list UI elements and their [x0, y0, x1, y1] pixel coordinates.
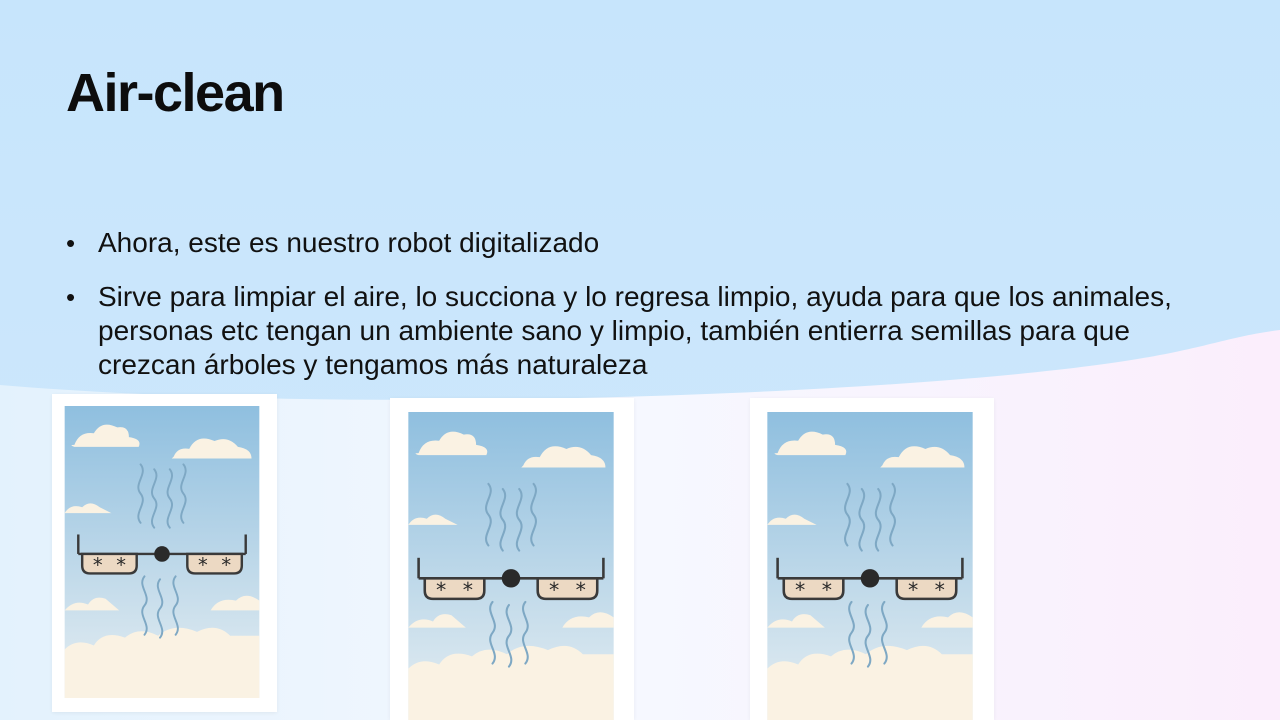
svg-text:*: * [908, 578, 918, 602]
image-card-2: * * * * [390, 398, 634, 720]
svg-text:*: * [463, 578, 473, 602]
svg-text:*: * [795, 578, 805, 602]
svg-text:*: * [198, 553, 208, 576]
bullet-text: Sirve para limpiar el aire, lo succiona … [98, 281, 1172, 380]
robot-illustration: * * * * [767, 412, 973, 720]
robot-illustration: * * * * [64, 406, 260, 698]
image-card-3: * * * * [750, 398, 994, 720]
svg-text:*: * [549, 578, 559, 602]
bullet-item: • Sirve para limpiar el aire, lo succion… [66, 280, 1216, 382]
slide-title: Air-clean [66, 63, 285, 123]
svg-text:*: * [576, 578, 586, 602]
bullet-text: Ahora, este es nuestro robot digitalizad… [98, 227, 600, 258]
svg-text:*: * [116, 553, 126, 576]
bullet-item: • Ahora, este es nuestro robot digitaliz… [66, 226, 1216, 260]
image-card-1: * * * * [52, 394, 277, 712]
svg-text:*: * [436, 578, 446, 602]
bullet-list: • Ahora, este es nuestro robot digitaliz… [66, 226, 1216, 402]
bullet-dot: • [66, 282, 76, 312]
robot-illustration: * * * * [408, 412, 614, 720]
bullet-dot: • [66, 228, 76, 258]
svg-text:*: * [935, 578, 945, 602]
svg-text:*: * [221, 553, 231, 576]
svg-text:*: * [93, 553, 103, 576]
svg-text:*: * [822, 578, 832, 602]
